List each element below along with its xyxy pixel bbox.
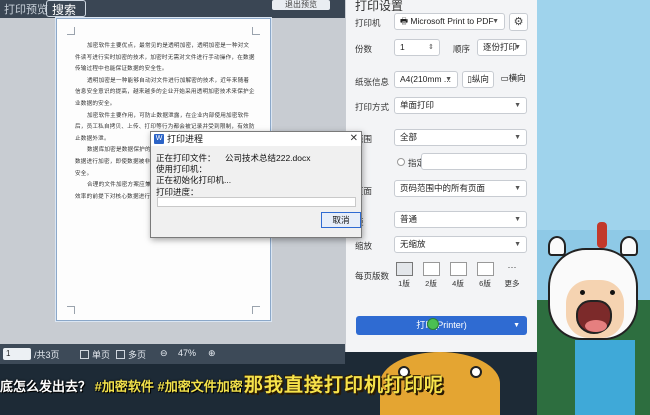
chevron-down-icon: ▼	[514, 102, 521, 109]
print-mode-select[interactable]: 单面打印 ▼	[394, 97, 527, 114]
range-select[interactable]: 全部 ▼	[394, 129, 527, 146]
more-icon: ···	[507, 262, 517, 272]
crop-mark	[252, 306, 260, 314]
cartoon-eye	[470, 366, 482, 378]
zoom-out-icon[interactable]: ⊖	[160, 348, 168, 359]
crop-mark	[252, 27, 260, 35]
subtitle-caption: 那我直接打印机打印呢	[244, 375, 445, 396]
sky	[537, 0, 650, 230]
landscape-button[interactable]: ▭横向	[498, 71, 528, 88]
copies-stepper[interactable]: 1 ⇕	[394, 39, 440, 56]
printing-file-name: 公司技术总结222.docx	[225, 153, 311, 163]
preview-title: 打印预览	[4, 4, 48, 16]
paragraph: 加密软件主要优点，最常见的是透明加密，透明加密是一种对文件读写进行实时加密的技术…	[75, 43, 255, 73]
scale-select[interactable]: 无缩放 ▼	[394, 236, 527, 253]
chevron-down-icon: ▼	[514, 241, 521, 248]
print-progress-dialog: W 打印进程 ✕ 正在打印文件： 公司技术总结222.docx 使用打印机： 正…	[150, 131, 362, 238]
page-total: /共3页	[34, 350, 60, 360]
chevron-down-icon: ▼	[492, 18, 499, 25]
preview-statusbar: 1 /共3页 单页 多页 ⊖ 47% ⊕	[0, 344, 345, 364]
layout-1-icon	[395, 262, 413, 276]
exit-preview-button[interactable]: 退出预览	[272, 0, 330, 10]
progress-bar	[157, 197, 356, 207]
chevron-down-icon: ▼	[514, 44, 521, 51]
print-button[interactable]: 打印(Printer) ▼	[356, 316, 527, 335]
paper-label: 纸张信息	[355, 77, 390, 87]
init-status: 正在初始化打印机...	[156, 175, 232, 185]
single-page-icon	[80, 350, 89, 359]
cartoon-eye	[580, 290, 585, 295]
layout-6-icon	[476, 262, 494, 276]
single-page-button[interactable]: 单页	[80, 348, 110, 361]
paper-select[interactable]: A4(210mm ... ▼	[394, 71, 458, 88]
mouse-cursor-icon	[427, 318, 439, 330]
print-mode-label: 打印方式	[355, 102, 390, 112]
cartoon-prop	[597, 222, 607, 248]
chevron-down-icon: ▼	[513, 322, 520, 329]
pps-option-4[interactable]: 4版	[448, 262, 468, 289]
gear-icon[interactable]: ⚙	[509, 13, 528, 31]
printer-icon: 🖶	[400, 16, 411, 26]
cartoon-eye	[610, 290, 615, 295]
preview-toolbar: 打印预览 搜索 退出预览	[0, 0, 345, 18]
cancel-button[interactable]: 取消	[321, 212, 361, 228]
scale-label: 缩放	[355, 241, 373, 251]
zoom-level: 47%	[178, 348, 197, 358]
paragraph: 透明加密是一种能够自动对文件进行加解密的技术，近年来随着信息安全意识的提高，越来…	[75, 77, 255, 107]
close-icon[interactable]: ✕	[350, 132, 358, 146]
custom-pages-input[interactable]	[421, 153, 527, 170]
pps-option-6[interactable]: 6版	[475, 262, 495, 289]
dialog-title: 打印进程	[167, 134, 204, 144]
order-label: 顺序	[453, 44, 471, 54]
chevron-down-icon: ▼	[445, 76, 452, 83]
cartoon-ear	[620, 236, 638, 256]
printer-label: 打印机	[355, 18, 381, 28]
order-select[interactable]: 逐份打印 ▼	[477, 39, 527, 56]
layout-4-icon	[449, 262, 467, 276]
pages-per-sheet-label: 每页版数	[355, 271, 390, 281]
zoom-in-icon[interactable]: ⊕	[208, 348, 216, 359]
printer-select[interactable]: 🖶 Microsoft Print to PDF ▼	[394, 13, 505, 30]
copies-label: 份数	[355, 44, 373, 54]
layout-2-icon	[422, 262, 440, 276]
custom-pages-radio[interactable]	[397, 158, 405, 166]
chevron-down-icon: ▼	[514, 216, 521, 223]
multi-page-button[interactable]: 多页	[116, 348, 146, 361]
multi-page-icon	[116, 350, 125, 359]
page-number-input[interactable]: 1	[3, 348, 31, 360]
chevron-down-icon: ▼	[514, 134, 521, 141]
portrait-button[interactable]: ▯纵向	[462, 71, 494, 88]
landscape-icon: ▭	[500, 73, 509, 83]
pps-option-2[interactable]: 2版	[421, 262, 441, 289]
wps-writer-icon: W	[154, 134, 164, 144]
chevron-down-icon: ▼	[514, 185, 521, 192]
crop-mark	[67, 306, 75, 314]
search-button[interactable]: 搜索	[46, 0, 86, 17]
pps-option-1[interactable]: 1版	[394, 262, 414, 289]
print-settings-panel: 打印设置 打印机 🖶 Microsoft Print to PDF ▼ ⚙ 份数 …	[345, 0, 537, 352]
cartoon-tongue	[585, 320, 607, 332]
crop-mark	[67, 27, 75, 35]
pages-select[interactable]: 页码范围中的所有页面 ▼	[394, 180, 527, 197]
subtitle-line: 底怎么发出去？ #加密软件 #加密文件加密	[0, 379, 243, 394]
dialog-titlebar: W 打印进程 ✕	[151, 132, 361, 146]
cartoon-ear	[548, 236, 566, 256]
panel-title: 打印设置	[355, 0, 404, 13]
stepper-icon: ⇕	[428, 44, 434, 51]
pps-option-more[interactable]: ··· 更多	[502, 262, 522, 289]
cartoon-body	[575, 340, 635, 415]
margin-select[interactable]: 普通 ▼	[394, 211, 527, 228]
